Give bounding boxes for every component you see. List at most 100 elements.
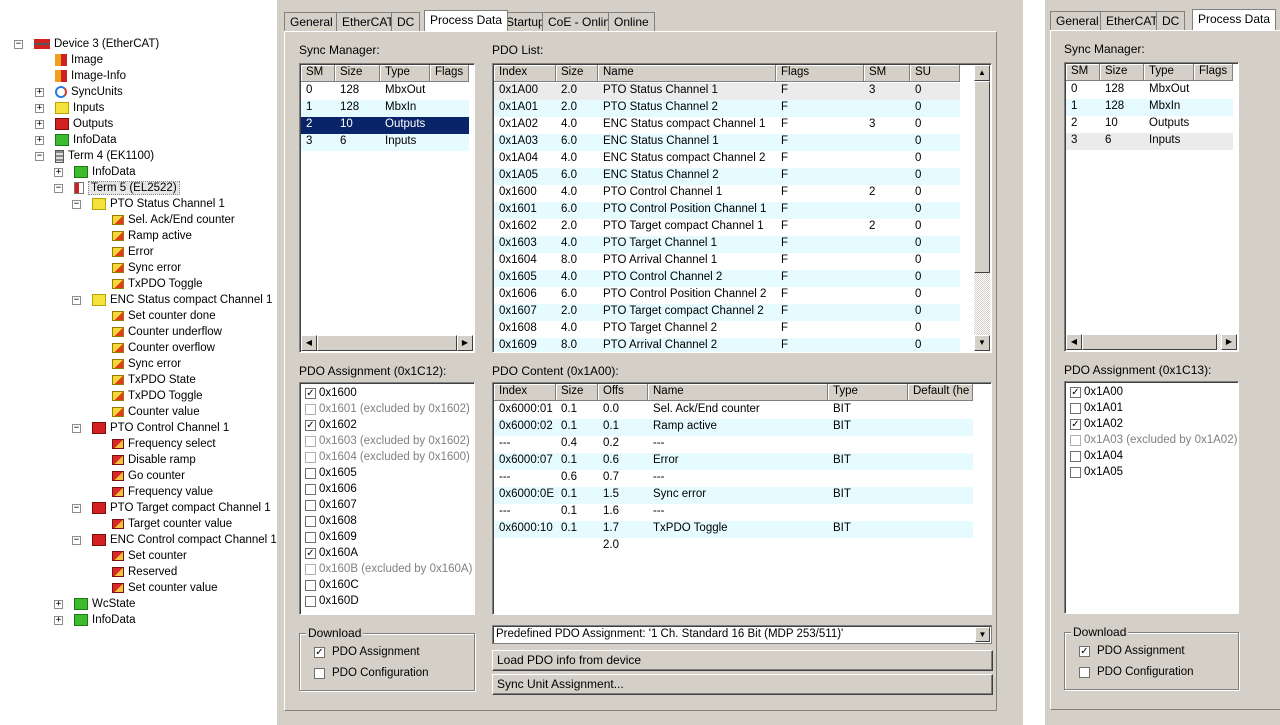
column-header[interactable]: Size xyxy=(556,384,598,401)
collapse-icon[interactable]: − xyxy=(72,296,81,305)
scroll-down-icon[interactable]: ▼ xyxy=(974,335,990,351)
column-header[interactable]: Size xyxy=(556,65,598,82)
pdo-assignment-item[interactable]: ✓ 0x1602 xyxy=(301,417,472,433)
tree-node[interactable]: ENC Control compact Channel 1 xyxy=(92,532,277,548)
right-pdo-assignment-checkbox[interactable]: ✓ PDO Assignment xyxy=(1075,643,1185,659)
tree-node[interactable]: SyncUnits xyxy=(55,84,123,100)
expand-icon[interactable]: + xyxy=(35,120,44,129)
table-row[interactable]: 0x6000:0E 0.1 1.5 Sync error BIT xyxy=(494,487,973,504)
checkbox-icon[interactable] xyxy=(1070,402,1081,414)
column-header[interactable]: Name xyxy=(648,384,828,401)
collapse-icon[interactable]: − xyxy=(72,536,81,545)
table-row[interactable]: 0x1603 4.0 PTO Target Channel 1 F 0 xyxy=(494,236,960,253)
expand-icon[interactable]: + xyxy=(54,600,63,609)
pdo-assignment-list[interactable]: ✓ 0x1600 0x1601 (excluded by 0x1602) ✓ 0x160… xyxy=(299,382,475,615)
pdo-assignment-item[interactable]: ✓ 0x1A00 xyxy=(1066,384,1237,400)
collapse-icon[interactable]: − xyxy=(72,200,81,209)
column-header[interactable]: SM xyxy=(1066,64,1100,81)
pdo-assignment-item[interactable]: 0x1A04 xyxy=(1066,448,1237,464)
table-row[interactable]: 2 10 Outputs xyxy=(1066,116,1233,133)
table-row[interactable]: 2 10 Outputs xyxy=(301,117,469,134)
pdo-content-list[interactable]: Index Size Offs Name Type Default (he 0x6000:… xyxy=(492,382,992,615)
pdo-assignment-item[interactable]: ✓ 0x160A xyxy=(301,545,472,561)
table-row[interactable]: 3 6 Inputs xyxy=(301,134,469,151)
expand-icon[interactable]: + xyxy=(35,88,44,97)
tree-node[interactable]: Error xyxy=(112,244,154,260)
table-row[interactable]: 0x6000:02 0.1 0.1 Ramp active BIT xyxy=(494,419,973,436)
pdo-assignment-item[interactable]: ✓ 0x1600 xyxy=(301,385,472,401)
tab-dc[interactable]: DC xyxy=(391,12,421,31)
table-row[interactable]: 0x1A04 4.0 ENC Status compact Channel 2 F 0 xyxy=(494,151,960,168)
pdo-assignment-item[interactable]: ✓ 0x1A02 xyxy=(1066,416,1237,432)
collapse-icon[interactable]: − xyxy=(54,184,63,193)
column-header[interactable]: Size xyxy=(1100,64,1144,81)
table-row[interactable]: 0x1605 4.0 PTO Control Channel 2 F 0 xyxy=(494,270,960,287)
column-header[interactable]: Index xyxy=(494,384,556,401)
expand-icon[interactable]: + xyxy=(54,168,63,177)
column-header[interactable]: Index xyxy=(494,65,556,82)
right-sm-hscrollbar[interactable]: ◀ ▶ xyxy=(1066,334,1237,350)
table-row[interactable]: 0x1604 8.0 PTO Arrival Channel 1 F 0 xyxy=(494,253,960,270)
tree-node[interactable]: Term 5 (EL2522) xyxy=(74,180,180,196)
checkbox-icon[interactable] xyxy=(1070,450,1081,462)
tree-node[interactable]: Ramp active xyxy=(112,228,192,244)
checkbox-icon[interactable] xyxy=(305,595,316,607)
checkbox-icon[interactable] xyxy=(305,515,316,527)
tree-node[interactable]: Sync error xyxy=(112,356,181,372)
expand-icon[interactable]: + xyxy=(35,136,44,145)
tree-node[interactable]: Sync error xyxy=(112,260,181,276)
checkbox-icon[interactable]: ✓ xyxy=(305,387,316,399)
scroll-right-icon[interactable]: ▶ xyxy=(1221,334,1237,350)
tree-node[interactable]: Frequency value xyxy=(112,484,213,500)
checkbox-icon[interactable]: ✓ xyxy=(1070,418,1081,430)
checkbox-icon[interactable] xyxy=(305,531,316,543)
tab-online[interactable]: Online xyxy=(608,12,655,31)
scroll-up-icon[interactable]: ▲ xyxy=(974,65,990,81)
load-pdo-info-button[interactable]: Load PDO info from device xyxy=(492,650,993,671)
scroll-right-icon[interactable]: ▶ xyxy=(457,335,473,351)
collapse-icon[interactable]: − xyxy=(35,152,44,161)
column-header[interactable]: Type xyxy=(828,384,908,401)
right-pdo-assignment-list[interactable]: ✓ 0x1A00 0x1A01 ✓ 0x1A02 0x1A03 (excluded by … xyxy=(1064,381,1239,614)
table-row[interactable]: 0x6000:07 0.1 0.6 Error BIT xyxy=(494,453,973,470)
pdo-assignment-item[interactable]: 0x1A01 xyxy=(1066,400,1237,416)
pdo-assignment-item[interactable]: 0x1608 xyxy=(301,513,472,529)
sync-manager-list[interactable]: SM Size Type Flags 0 128 MbxOut 1 128 MbxIn 2 10 Ou… xyxy=(299,63,475,353)
tab-general[interactable]: General xyxy=(1050,11,1105,30)
checkbox-icon[interactable] xyxy=(305,467,316,479)
column-header[interactable]: Type xyxy=(380,65,430,82)
tree-node[interactable]: Counter value xyxy=(112,404,200,420)
table-row[interactable]: 0 128 MbxOut xyxy=(1066,82,1233,99)
table-row[interactable]: 0x1609 8.0 PTO Arrival Channel 2 F 0 xyxy=(494,338,960,352)
checkbox-icon[interactable] xyxy=(305,579,316,591)
table-row[interactable]: 0 128 MbxOut xyxy=(301,83,469,100)
tree-node[interactable]: Set counter value xyxy=(112,580,218,596)
tree-node[interactable]: PTO Status Channel 1 xyxy=(92,196,225,212)
tree-node[interactable]: Disable ramp xyxy=(112,452,196,468)
tree-node[interactable]: TxPDO Toggle xyxy=(112,276,203,292)
column-header[interactable]: Flags xyxy=(1194,64,1233,81)
predefined-pdo-dropdown[interactable]: Predefined PDO Assignment: '1 Ch. Standa… xyxy=(492,625,992,644)
tab-process-data[interactable]: Process Data xyxy=(424,10,509,31)
tree-node[interactable]: Device 3 (EtherCAT) xyxy=(34,36,159,52)
table-row[interactable]: 0x1A03 6.0 ENC Status Channel 1 F 0 xyxy=(494,134,960,151)
checkbox-icon[interactable] xyxy=(305,483,316,495)
collapse-icon[interactable]: − xyxy=(14,40,23,49)
table-row[interactable]: 0x6000:01 0.1 0.0 Sel. Ack/End counter BIT xyxy=(494,402,973,419)
column-header[interactable]: Size xyxy=(335,65,380,82)
table-row[interactable]: 0x1600 4.0 PTO Control Channel 1 F 2 0 xyxy=(494,185,960,202)
column-header[interactable]: SM xyxy=(864,65,910,82)
column-header[interactable]: Offs xyxy=(598,384,648,401)
tree-node[interactable]: PTO Target compact Channel 1 xyxy=(92,500,271,516)
pdo-assignment-item[interactable]: 0x160D xyxy=(301,593,472,609)
tab-general[interactable]: General xyxy=(284,12,339,31)
tree-node[interactable]: InfoData xyxy=(74,612,135,628)
pdo-assignment-item[interactable]: 0x160C xyxy=(301,577,472,593)
table-row[interactable]: 0x1602 2.0 PTO Target compact Channel 1 F 2 0 xyxy=(494,219,960,236)
device-tree[interactable]: − Device 3 (EtherCAT) Image Image-Info + Sync… xyxy=(0,0,277,725)
collapse-icon[interactable]: − xyxy=(72,424,81,433)
tree-node[interactable]: Term 4 (EK1100) xyxy=(55,148,154,164)
pdo-list-vscrollbar[interactable]: ▲ ▼ xyxy=(974,65,990,351)
tree-node[interactable]: Go counter xyxy=(112,468,185,484)
tab-ethercat[interactable]: EtherCAT xyxy=(1100,11,1164,30)
